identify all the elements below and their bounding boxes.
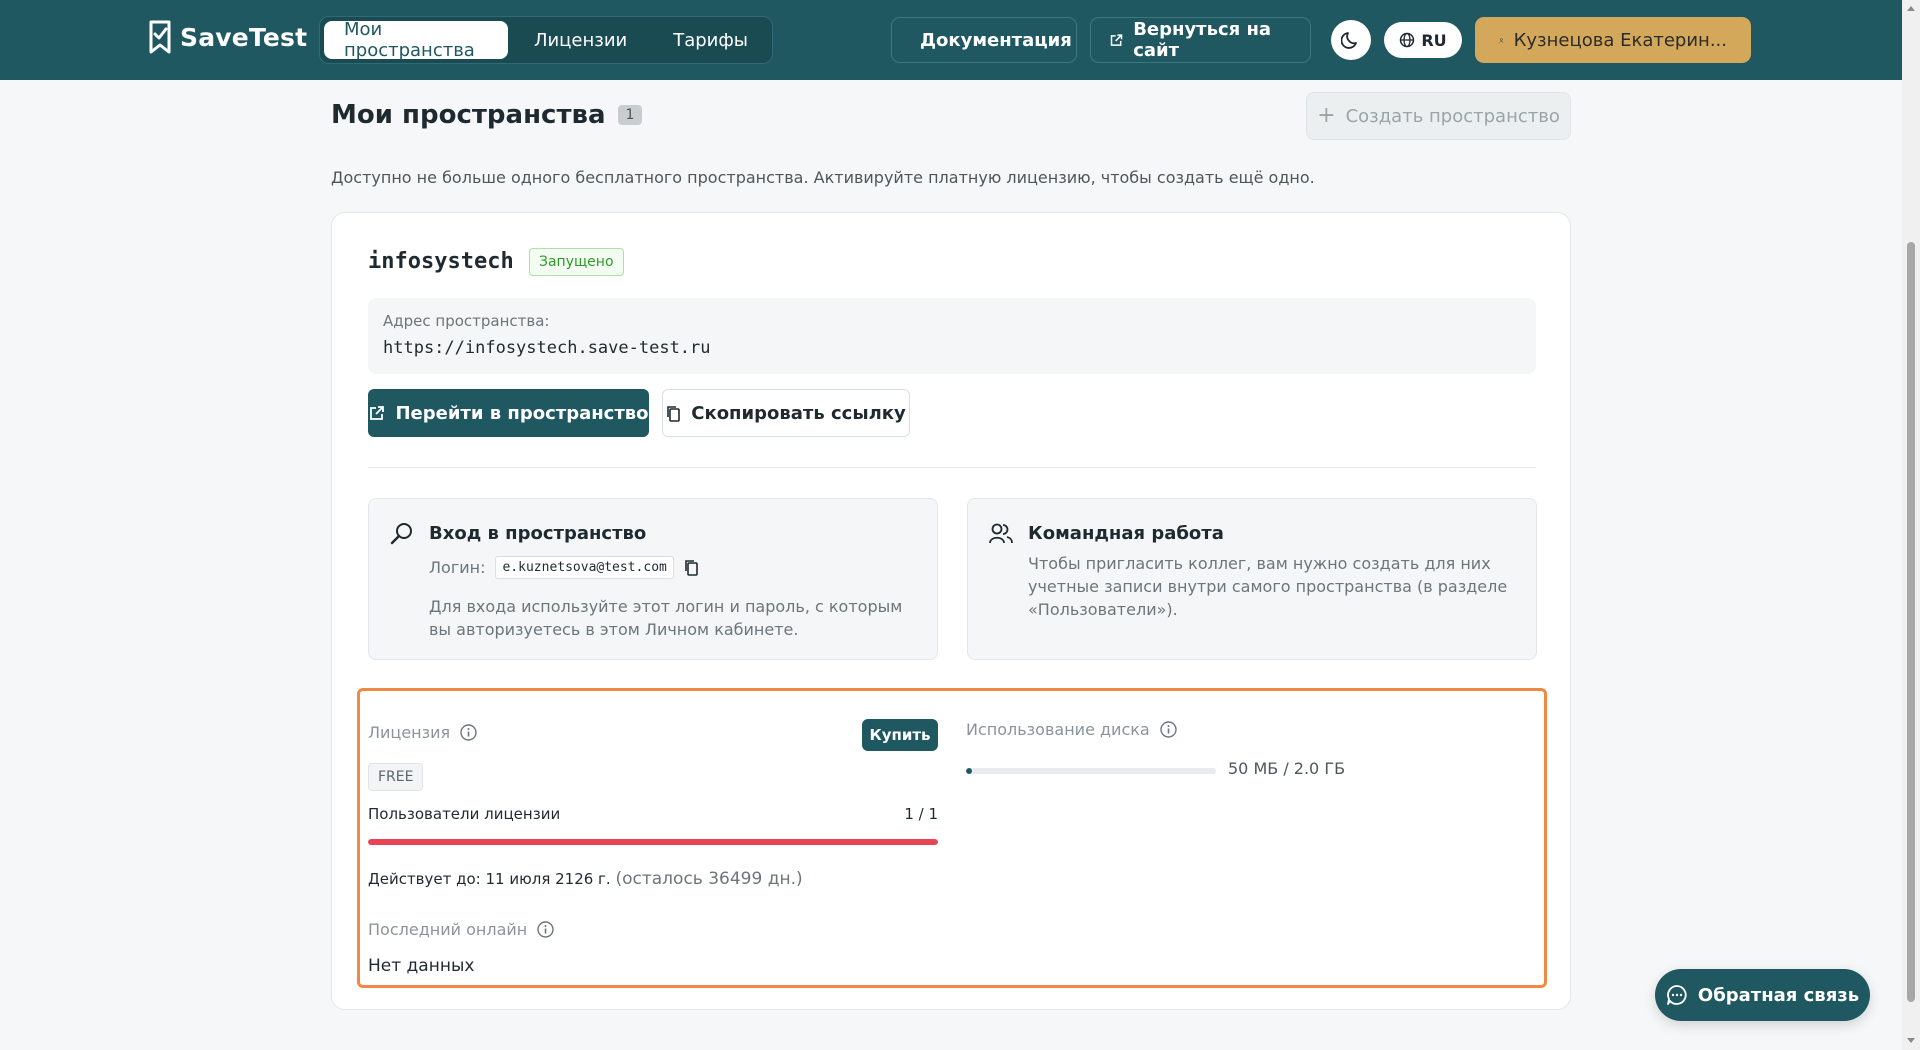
page-title: Мои пространства 1 — [331, 100, 643, 130]
logo-text: SaveTest — [180, 22, 308, 52]
page-title-text: Мои пространства — [331, 100, 606, 130]
login-label: Логин: — [429, 558, 486, 577]
users-icon — [989, 523, 1013, 544]
disk-usage-value: 50 МБ / 2.0 ГБ — [1228, 759, 1346, 778]
disk-usage-bar-fill — [966, 768, 972, 774]
back-to-site-label: Вернуться на сайт — [1133, 19, 1272, 61]
free-space-notice: Доступно не больше одного бесплатного пр… — [331, 168, 1315, 187]
info-icon[interactable] — [537, 921, 554, 938]
license-valid-date: Действует до: 11 июля 2126 г. — [368, 870, 611, 888]
disk-usage-label-text: Использование диска — [966, 720, 1150, 739]
license-users-row: Пользователи лицензии 1 / 1 — [368, 805, 938, 823]
team-box-description: Чтобы пригласить коллег, вам нужно созда… — [1028, 554, 1508, 619]
disk-usage-label: Использование диска — [966, 720, 1177, 739]
main-nav: Мои пространства Лицензии Тарифы — [319, 16, 773, 64]
license-section-highlight — [357, 688, 1547, 988]
license-users-progress — [368, 839, 938, 845]
tab-my-spaces[interactable]: Мои пространства — [324, 19, 508, 61]
info-icon[interactable] — [460, 724, 477, 741]
globe-icon — [1400, 32, 1415, 48]
login-value: e.kuznetsova@test.com — [495, 556, 674, 579]
copy-login-icon[interactable] — [684, 559, 699, 576]
chat-icon — [1666, 985, 1687, 1005]
copy-link-button[interactable]: Скопировать ссылку — [662, 389, 910, 437]
address-label: Адрес пространства: — [383, 312, 550, 330]
license-users-label: Пользователи лицензии — [368, 805, 561, 823]
user-menu-button[interactable]: Кузнецова Екатерин... — [1475, 17, 1751, 63]
disk-usage-bar — [966, 768, 1216, 774]
status-badge: Запущено — [529, 248, 624, 276]
feedback-label: Обратная связь — [1697, 984, 1860, 1006]
create-space-button[interactable]: + Создать пространство — [1306, 92, 1571, 140]
user-icon — [1499, 37, 1504, 43]
team-info-box: Командная работа Чтобы пригласить коллег… — [967, 498, 1537, 660]
last-online-label: Последний онлайн — [368, 920, 554, 939]
buy-license-button[interactable]: Купить — [862, 719, 938, 751]
top-header: SaveTest Мои пространства Лицензии Тариф… — [0, 0, 1902, 80]
scroll-thumb[interactable] — [1907, 242, 1915, 1002]
go-to-space-button[interactable]: Перейти в пространство — [368, 389, 649, 437]
login-box-title: Вход в пространство — [429, 523, 647, 544]
copy-link-label: Скопировать ссылку — [691, 402, 906, 424]
last-online-label-text: Последний онлайн — [368, 920, 528, 939]
login-info-box: Вход в пространство Логин: e.kuznetsova@… — [368, 498, 938, 660]
login-box-description: Для входа используйте этот логин и парол… — [429, 597, 903, 639]
create-space-label: Создать пространство — [1345, 105, 1560, 127]
login-row: Логин: e.kuznetsova@test.com — [429, 556, 699, 579]
last-online-value: Нет данных — [368, 956, 475, 976]
spaces-count-badge: 1 — [617, 105, 643, 125]
theme-toggle-button[interactable] — [1331, 20, 1371, 60]
license-label: Лицензия — [368, 723, 477, 742]
license-plan-badge: FREE — [368, 763, 424, 791]
license-days-left: (осталось 36499 дн.) — [615, 869, 803, 889]
moon-icon — [1341, 32, 1357, 49]
feedback-button[interactable]: Обратная связь — [1655, 969, 1870, 1021]
user-name: Кузнецова Екатерин... — [1513, 29, 1727, 51]
space-name: infosystech — [368, 249, 514, 274]
space-card: infosystech Запущено Адрес пространства:… — [331, 212, 1571, 1010]
documentation-button[interactable]: Документация — [891, 17, 1077, 63]
team-box-title: Командная работа — [1028, 523, 1224, 544]
tab-licenses[interactable]: Лицензии — [514, 21, 647, 59]
key-search-icon — [390, 523, 412, 545]
address-value: https://infosystech.save-test.ru — [383, 338, 711, 358]
scroll-down-arrow[interactable] — [1907, 1038, 1915, 1043]
tab-tariffs[interactable]: Тарифы — [653, 21, 768, 59]
page-scrollbar[interactable] — [1902, 0, 1920, 1050]
go-to-space-label: Перейти в пространство — [395, 402, 649, 424]
space-address-box: Адрес пространства: https://infosystech.… — [368, 298, 1536, 374]
documentation-label: Документация — [920, 29, 1072, 51]
back-to-site-button[interactable]: Вернуться на сайт — [1090, 17, 1311, 63]
copy-icon — [667, 405, 681, 422]
logo[interactable]: SaveTest — [148, 20, 307, 54]
license-label-text: Лицензия — [368, 723, 451, 742]
language-button[interactable]: RU — [1384, 22, 1462, 58]
license-valid-row: Действует до: 11 июля 2126 г. (осталось … — [368, 869, 803, 889]
info-icon[interactable] — [1160, 721, 1177, 738]
language-label: RU — [1421, 30, 1447, 50]
external-link-icon — [1110, 33, 1123, 46]
external-link-icon — [370, 405, 385, 420]
scroll-up-arrow[interactable] — [1907, 6, 1915, 11]
card-divider — [368, 467, 1536, 468]
plus-icon: + — [1317, 103, 1336, 128]
license-users-progress-fill — [368, 839, 938, 845]
logo-icon — [149, 20, 171, 54]
license-users-value: 1 / 1 — [904, 805, 938, 823]
